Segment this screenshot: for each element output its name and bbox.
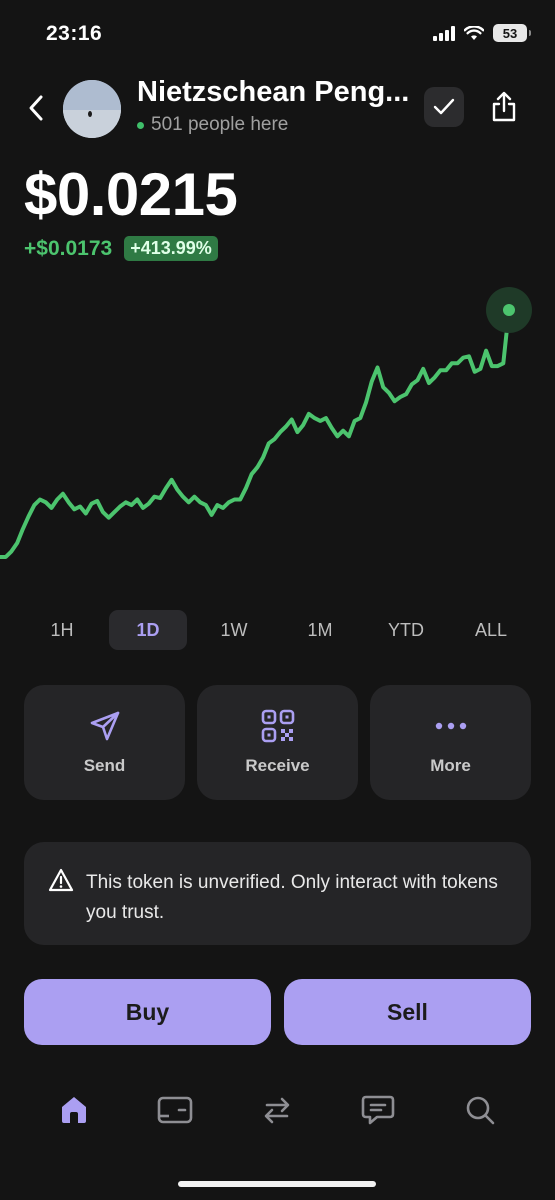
chat-icon	[361, 1095, 395, 1125]
current-price-marker	[503, 304, 515, 316]
status-icons: 53	[433, 24, 531, 42]
home-icon	[62, 1097, 86, 1123]
time-range-selector: 1H 1D 1W 1M YTD ALL	[0, 610, 555, 652]
holders-count: 501 people here	[137, 114, 288, 136]
price-change-percent-badge: +413.99%	[124, 236, 218, 261]
battery-icon: 53	[493, 24, 531, 42]
wallet-icon	[157, 1096, 193, 1124]
token-name: Nietzschean Peng...	[137, 76, 410, 108]
warning-triangle-icon	[48, 868, 74, 892]
warning-text: This token is unverified. Only interact …	[86, 872, 498, 923]
chevron-left-icon	[29, 95, 43, 121]
range-ytd[interactable]: YTD	[367, 610, 445, 650]
back-button[interactable]	[20, 88, 52, 128]
token-header: Nietzschean Peng... 501 people here	[0, 76, 555, 144]
tab-search[interactable]	[456, 1086, 504, 1134]
sell-button[interactable]: Sell	[284, 979, 531, 1045]
wifi-icon	[464, 25, 484, 40]
bottom-tab-bar	[0, 1086, 555, 1136]
price-chart[interactable]	[0, 280, 555, 590]
checkmark-icon	[433, 98, 455, 115]
receive-label: Receive	[245, 756, 310, 775]
send-icon	[90, 711, 119, 741]
share-button[interactable]	[484, 86, 524, 128]
tab-chat[interactable]	[354, 1086, 402, 1134]
status-time: 23:16	[46, 22, 103, 45]
range-1h[interactable]: 1H	[23, 610, 101, 650]
range-1m[interactable]: 1M	[281, 610, 359, 650]
tab-wallet[interactable]	[151, 1086, 199, 1134]
range-1w[interactable]: 1W	[195, 610, 273, 650]
unverified-warning: This token is unverified. Only interact …	[24, 842, 531, 945]
battery-level: 53	[502, 25, 518, 41]
price-line	[0, 308, 511, 559]
verify-button[interactable]	[424, 87, 464, 127]
send-button[interactable]: Send	[24, 685, 185, 800]
token-price: $0.0215	[24, 161, 238, 228]
online-dot-icon	[137, 121, 144, 129]
send-label: Send	[83, 756, 126, 775]
more-button[interactable]: More	[370, 685, 531, 800]
price-change: +$0.0173 +413.99%	[24, 236, 218, 261]
range-1d[interactable]: 1D	[109, 610, 187, 650]
receive-button[interactable]: Receive	[197, 685, 358, 800]
tab-swap[interactable]	[253, 1086, 301, 1134]
token-avatar	[63, 80, 121, 138]
more-dots-icon	[435, 722, 466, 730]
search-icon	[466, 1096, 495, 1125]
home-indicator	[178, 1181, 376, 1187]
holders-label: 501 people here	[151, 114, 289, 135]
range-all[interactable]: ALL	[452, 610, 530, 650]
tab-home[interactable]	[50, 1086, 98, 1134]
penguin-image-icon	[63, 80, 121, 138]
buy-button[interactable]: Buy	[24, 979, 271, 1045]
qr-code-icon	[261, 709, 294, 743]
swap-icon	[264, 1097, 290, 1124]
share-icon	[492, 91, 516, 122]
cellular-signal-icon	[433, 25, 455, 41]
status-bar: 23:16 53	[0, 0, 555, 70]
more-label: More	[430, 756, 471, 775]
price-change-absolute: +$0.0173	[24, 236, 113, 260]
